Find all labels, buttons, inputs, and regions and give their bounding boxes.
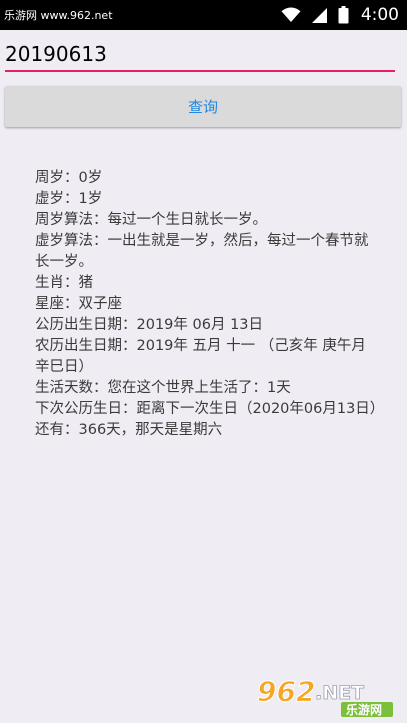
signal-icon	[311, 7, 328, 24]
watermark-suffix: .NET	[315, 682, 364, 704]
result-line-lunar-birthday: 农历出生日期：2019年 五月 十一 （己亥年 庚午月 辛巳日）	[35, 338, 366, 375]
status-time: 4:00	[360, 5, 399, 25]
result-line-days-lived: 生活天数：您在这个世界上生活了：1天	[35, 380, 291, 396]
result-line-constellation: 星座：双子座	[35, 296, 122, 312]
result-line-age: 周岁：0岁	[35, 170, 103, 186]
date-input[interactable]	[5, 38, 395, 72]
result-line-age-method: 周岁算法：每过一个生日就长一岁。	[35, 212, 267, 228]
query-button[interactable]: 查询	[5, 86, 401, 127]
watermark-logo: 962 .NET 乐游网	[249, 675, 399, 717]
result-panel: 周岁：0岁 虚岁：1岁 周岁算法：每过一个生日就长一岁。 虚岁算法：一出生就是一…	[35, 168, 380, 441]
result-line-solar-birthday: 公历出生日期：2019年 06月 13日	[35, 317, 264, 333]
result-line-zodiac: 生肖：猪	[35, 275, 93, 291]
wifi-icon	[281, 7, 301, 23]
status-watermark: 乐游网 www.962.net	[4, 9, 113, 22]
watermark-tagline: 乐游网	[346, 702, 382, 717]
status-icons: 4:00	[281, 4, 399, 26]
result-line-nominal-age: 虚岁：1岁	[35, 191, 103, 207]
watermark-number: 962	[257, 675, 315, 708]
status-bar: 乐游网 www.962.net 4:00	[0, 0, 407, 30]
result-line-nominal-age-method: 虚岁算法：一出生就是一岁，然后，每过一个春节就长一岁。	[35, 233, 369, 270]
result-line-next-birthday: 下次公历生日：距离下一次生日（2020年06月13日）还有：366天，那天是星期…	[35, 401, 378, 438]
battery-icon	[338, 6, 349, 24]
